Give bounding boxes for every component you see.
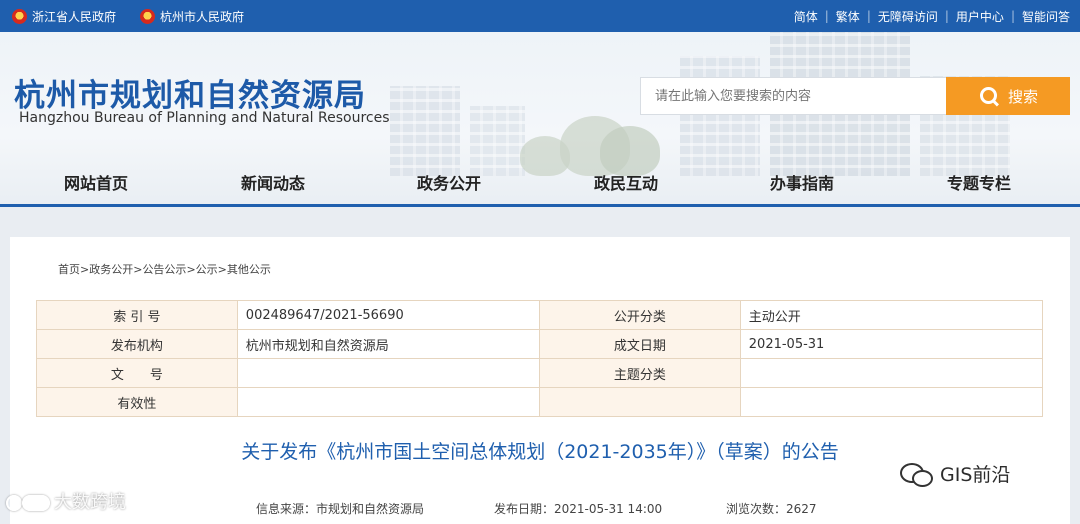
gov-links: 浙江省人民政府 杭州市人民政府: [12, 0, 244, 32]
hangzhou-gov-label: 杭州市人民政府: [160, 9, 245, 24]
index-number-value: 002489647/2021-56690: [236, 300, 540, 330]
search-button-label: 搜索: [1007, 87, 1038, 106]
empty-cell: [739, 387, 1044, 417]
publisher-value: 杭州市规划和自然资源局: [236, 329, 540, 359]
table-row: 文 号 主题分类: [36, 358, 1044, 388]
nav-underline: [0, 204, 1080, 207]
document-number-label: 文 号: [36, 358, 238, 388]
divider: |: [824, 9, 829, 23]
validity-value: [236, 387, 540, 417]
nav-news[interactable]: 新闻动态: [241, 170, 305, 194]
breadcrumb-gov-affairs[interactable]: 政务公开: [89, 263, 133, 276]
breadcrumb-public-notice[interactable]: 公示: [196, 263, 218, 276]
zhejiang-gov-label: 浙江省人民政府: [32, 9, 117, 24]
breadcrumb-home[interactable]: 首页: [58, 263, 80, 276]
top-bar: 浙江省人民政府 杭州市人民政府 简体 | 繁体 | 无障碍访问 | 用户中心 |…: [0, 0, 1080, 32]
publisher-label: 发布机构: [36, 329, 238, 359]
divider: |: [1010, 9, 1015, 23]
brand-logo-icon: [6, 493, 50, 511]
divider: |: [866, 9, 871, 23]
site-header: 杭州市规划和自然资源局 Hangzhou Bureau of Planning …: [0, 32, 1080, 206]
search-icon: [978, 85, 1000, 107]
smart-qa-link[interactable]: 智能问答: [1022, 8, 1070, 25]
site-subtitle: Hangzhou Bureau of Planning and Natural …: [19, 110, 390, 126]
nav-interaction[interactable]: 政民互动: [594, 170, 658, 194]
accessibility-link[interactable]: 无障碍访问: [878, 8, 938, 25]
info-source: 信息来源：市规划和自然资源局: [256, 502, 425, 516]
breadcrumb-announcements[interactable]: 公告公示: [142, 263, 186, 276]
document-metadata-table: 索 引 号 002489647/2021-56690 公开分类 主动公开 发布机…: [36, 300, 1044, 417]
utility-links: 简体 | 繁体 | 无障碍访问 | 用户中心 | 智能问答: [794, 0, 1070, 32]
document-number-value: [236, 358, 540, 388]
main-nav: 网站首页 新闻动态 政务公开 政民互动 办事指南 专题专栏: [0, 160, 1080, 200]
background-building: [680, 56, 760, 176]
disclosure-category-label: 公开分类: [538, 300, 741, 330]
search-input[interactable]: [640, 77, 946, 115]
simplified-chinese-link[interactable]: 简体: [794, 8, 818, 25]
divider: |: [944, 9, 949, 23]
wechat-icon: [900, 461, 934, 487]
info-view-count: 浏览次数：2627: [726, 502, 817, 516]
site-title[interactable]: 杭州市规划和自然资源局: [14, 70, 366, 115]
document-date-value: 2021-05-31: [739, 329, 1044, 359]
national-emblem-icon: [140, 8, 156, 24]
zhejiang-gov-link[interactable]: 浙江省人民政府: [12, 8, 116, 25]
nav-service-guide[interactable]: 办事指南: [770, 170, 834, 194]
nav-gov-affairs[interactable]: 政务公开: [417, 170, 481, 194]
index-number-label: 索 引 号: [36, 300, 238, 330]
validity-label: 有效性: [36, 387, 238, 417]
watermark-left-text: 大数跨境: [54, 492, 126, 513]
traditional-chinese-link[interactable]: 繁体: [836, 8, 860, 25]
table-row: 索 引 号 002489647/2021-56690 公开分类 主动公开: [36, 300, 1044, 330]
user-center-link[interactable]: 用户中心: [956, 8, 1004, 25]
document-date-label: 成文日期: [538, 329, 741, 359]
subject-category-label: 主题分类: [538, 358, 741, 388]
nav-home[interactable]: 网站首页: [64, 170, 128, 194]
hangzhou-gov-link[interactable]: 杭州市人民政府: [140, 8, 244, 25]
nav-special-topics[interactable]: 专题专栏: [947, 170, 1011, 194]
table-row: 发布机构 杭州市规划和自然资源局 成文日期 2021-05-31: [36, 329, 1044, 359]
breadcrumb-separator: >: [217, 263, 227, 276]
empty-cell: [538, 387, 741, 417]
watermark-right: GIS前沿: [900, 460, 1010, 487]
breadcrumb-other-notices[interactable]: 其他公示: [227, 263, 271, 276]
breadcrumb-separator: >: [80, 263, 90, 276]
search-bar: 搜索: [640, 77, 1070, 115]
subject-category-value: [739, 358, 1044, 388]
breadcrumb: 首页>政务公开>公告公示>公示>其他公示: [58, 261, 271, 277]
watermark-right-text: GIS前沿: [940, 464, 1011, 486]
disclosure-category-value: 主动公开: [739, 300, 1044, 330]
search-button[interactable]: 搜索: [946, 77, 1070, 115]
table-row: 有效性: [36, 387, 1044, 417]
national-emblem-icon: [12, 8, 27, 24]
info-publish-date: 发布日期：2021-05-31 14:00: [494, 502, 663, 516]
watermark-left: 大数跨境: [6, 488, 126, 514]
breadcrumb-separator: >: [186, 263, 196, 276]
